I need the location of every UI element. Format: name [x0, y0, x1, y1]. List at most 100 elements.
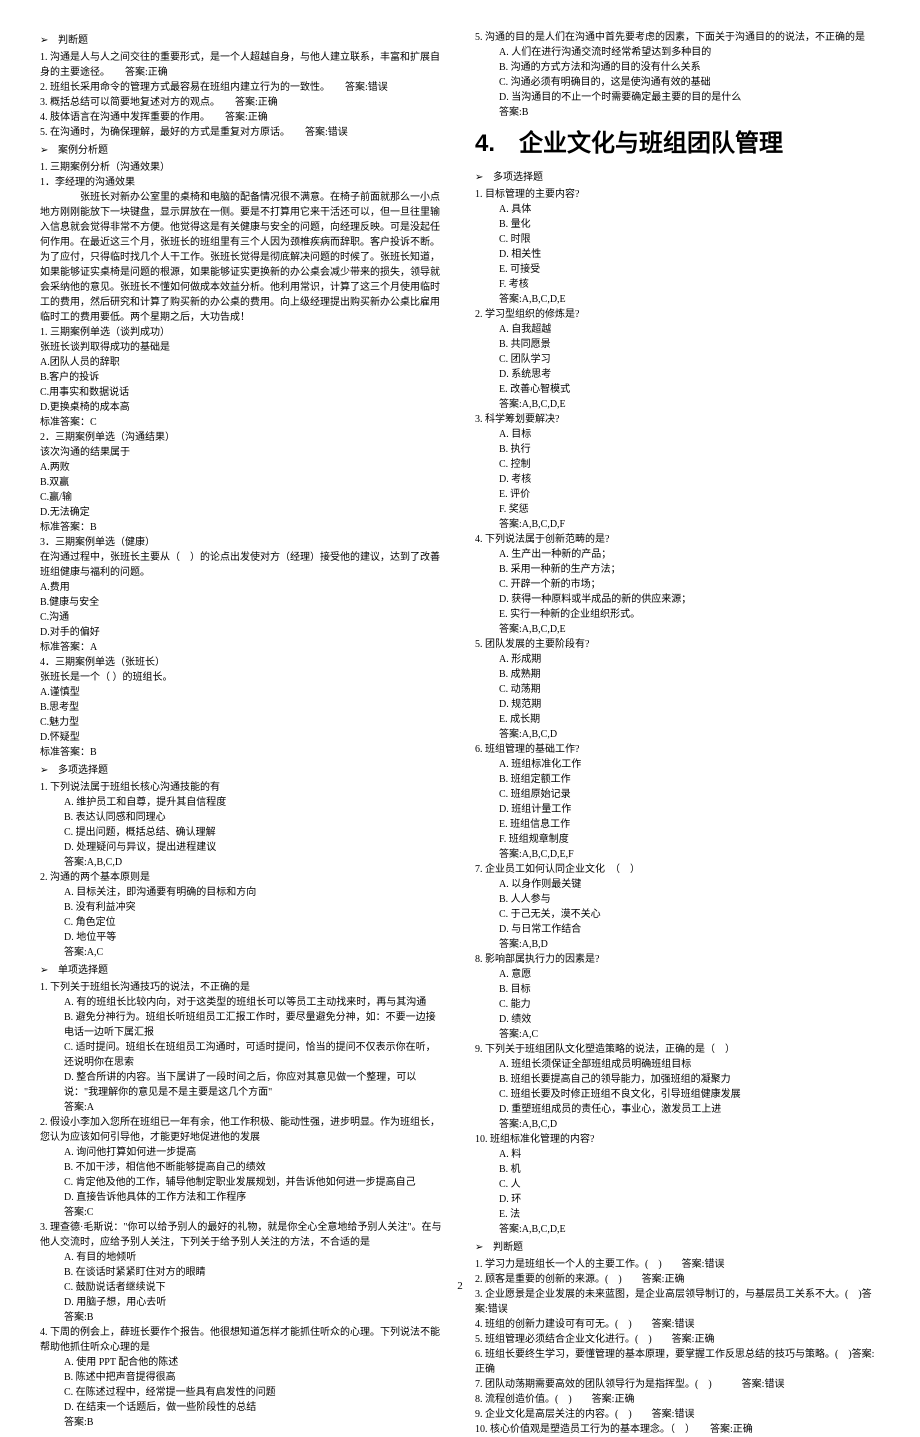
label: 单项选择题 [58, 965, 108, 976]
opt: C. 在陈述过程中，经常提一些具有启发性的问题 [40, 1385, 445, 1400]
opt: E. 可接受 [475, 262, 880, 277]
tf-item: 9. 企业文化是高层关注的内容。( ) 答案:错误 [475, 1407, 880, 1422]
case-q-title: 2．三期案例单选（沟通结果） [40, 430, 445, 445]
opt: A. 使用 PPT 配合他的陈述 [40, 1355, 445, 1370]
q-stem: 9. 下列关于班组团队文化塑造策略的说法，正确的是（ ） [475, 1042, 880, 1057]
answer: 答案:A,B,D [475, 937, 880, 952]
q-stem: 4. 下周的例会上，薛班长要作个报告。他很想知道怎样才能抓住听众的心理。下列说法… [40, 1325, 445, 1355]
answer: 答案:A [40, 1100, 445, 1115]
tf-item: 1. 沟通是人与人之间交往的重要形式，是一个人超越自身，与他人建立联系，丰富和扩… [40, 50, 445, 80]
opt: A. 形成期 [475, 652, 880, 667]
opt: D. 环 [475, 1192, 880, 1207]
opt: D.更换桌椅的成本高 [40, 400, 445, 415]
opt: D. 直接告诉他具体的工作方法和工作程序 [40, 1190, 445, 1205]
opt: C. 控制 [475, 457, 880, 472]
case-body: 张班长对新办公室里的桌椅和电脑的配备情况很不满意。在椅子前面就那么一小点地方刚刚… [40, 190, 445, 325]
opt: B.客户的投诉 [40, 370, 445, 385]
label: 判断题 [493, 1242, 523, 1253]
opt: A.两败 [40, 460, 445, 475]
q-stem: 2. 假设小李加入您所在班组已一年有余，他工作积极、能动性强，进步明显。作为班组… [40, 1115, 445, 1145]
tf-item: 10. 核心价值观是塑造员工行为的基本理念。（ ） 答案:正确 [475, 1422, 880, 1437]
opt: D. 用脑子想，用心去听 [40, 1295, 445, 1310]
opt: A. 自我超越 [475, 322, 880, 337]
opt: D. 考核 [475, 472, 880, 487]
answer: 标准答案：A [40, 640, 445, 655]
opt: C.魅力型 [40, 715, 445, 730]
opt: C. 团队学习 [475, 352, 880, 367]
opt: B. 不加干涉，相信他不断能够提高自己的绩效 [40, 1160, 445, 1175]
opt: B. 成熟期 [475, 667, 880, 682]
q-stem: 3. 理查德·毛斯说："你可以给予别人的最好的礼物，就是你全心全意地给予别人关注… [40, 1220, 445, 1250]
answer: 答案:A,B,C,D [475, 727, 880, 742]
opt: E. 改善心智模式 [475, 382, 880, 397]
opt: C. 鼓励说话者继续说下 [40, 1280, 445, 1295]
case-sub: 1．李经理的沟通效果 [40, 175, 445, 190]
opt: C.沟通 [40, 610, 445, 625]
case-title: 1. 三期案例分析（沟通效果） [40, 160, 445, 175]
section-header-sc: ➢单项选择题 [40, 963, 445, 978]
opt: A. 目标关注，即沟通要有明确的目标和方向 [40, 885, 445, 900]
label: 多项选择题 [58, 765, 108, 776]
opt: C.用事实和数据说话 [40, 385, 445, 400]
tf-item: 8. 流程创造价值。( ) 答案:正确 [475, 1392, 880, 1407]
opt: B. 量化 [475, 217, 880, 232]
opt: B. 在谈话时紧紧盯住对方的眼睛 [40, 1265, 445, 1280]
opt: D. 获得一种原料或半成品的新的供应来源； [475, 592, 880, 607]
opt: B. 没有利益冲突 [40, 900, 445, 915]
opt: A. 以身作则最关键 [475, 877, 880, 892]
opt: D. 相关性 [475, 247, 880, 262]
arrow-icon: ➢ [40, 33, 58, 48]
opt: B.思考型 [40, 700, 445, 715]
tf-item: 3. 概括总结可以简要地复述对方的观点。 答案:正确 [40, 95, 445, 110]
tf-item: 2. 顾客是重要的创新的来源。( ) 答案:正确 [475, 1272, 880, 1287]
opt: E. 班组信息工作 [475, 817, 880, 832]
opt: B. 班组定额工作 [475, 772, 880, 787]
tf-item: 2. 班组长采用命令的管理方式最容易在班组内建立行为的一致性。 答案:错误 [40, 80, 445, 95]
opt: D. 与日常工作结合 [475, 922, 880, 937]
opt: C. 提出问题，概括总结、确认理解 [40, 825, 445, 840]
opt: B. 执行 [475, 442, 880, 457]
opt: E. 实行一种新的企业组织形式。 [475, 607, 880, 622]
opt: D. 整合所讲的内容。当下属讲了一段时间之后，你应对其意见做一个整理，可以说："… [40, 1070, 445, 1100]
q-stem: 1. 下列说法属于班组长核心沟通技能的有 [40, 780, 445, 795]
opt: B. 采用一种新的生产方法； [475, 562, 880, 577]
opt: C. 开辟一个新的市场； [475, 577, 880, 592]
case-q-title: 3．三期案例单选（健康） [40, 535, 445, 550]
opt: A. 维护员工和自尊，提升其自信程度 [40, 795, 445, 810]
opt: E. 法 [475, 1207, 880, 1222]
opt: B. 陈述中把声音提得很高 [40, 1370, 445, 1385]
opt: B. 机 [475, 1162, 880, 1177]
opt: C. 沟通必须有明确目的，这是使沟通有效的基础 [475, 75, 880, 90]
q-stem: 4. 下列说法属于创新范畴的是? [475, 532, 880, 547]
opt: A. 有的班组长比较内向，对于这类型的班组长可以等员工主动找来时，再与其沟通 [40, 995, 445, 1010]
q-stem: 5. 团队发展的主要阶段有? [475, 637, 880, 652]
answer: 答案:A,B,C,D,E [475, 1222, 880, 1237]
opt: D. 处理疑问与异议，提出进程建议 [40, 840, 445, 855]
opt: D. 地位平等 [40, 930, 445, 945]
opt: B.双赢 [40, 475, 445, 490]
arrow-icon: ➢ [40, 143, 58, 158]
q-stem: 10. 班组标准化管理的内容? [475, 1132, 880, 1147]
answer: 标准答案：C [40, 415, 445, 430]
q-stem: 8. 影响部属执行力的因素是? [475, 952, 880, 967]
right-column: 5. 沟通的目的是人们在沟通中首先要考虑的因素，下面关于沟通目的的说法，不正确的… [475, 30, 880, 1437]
opt: B. 沟通的方式方法和沟通的目的没有什么关系 [475, 60, 880, 75]
case-q-title: 1. 三期案例单选（谈判成功） [40, 325, 445, 340]
answer: 答案:A,B,C,D,E [475, 622, 880, 637]
q-stem: 1. 目标管理的主要内容? [475, 187, 880, 202]
opt: A. 目标 [475, 427, 880, 442]
section-header-tf: ➢判断题 [40, 33, 445, 48]
opt: D.对手的偏好 [40, 625, 445, 640]
answer: 答案:A,B,C,D,E,F [475, 847, 880, 862]
opt: C. 能力 [475, 997, 880, 1012]
answer: 标准答案：B [40, 745, 445, 760]
q-stem: 2. 学习型组织的修炼是? [475, 307, 880, 322]
tf-item: 4. 班组的创新力建设可有可无。( ) 答案:错误 [475, 1317, 880, 1332]
opt: C. 动荡期 [475, 682, 880, 697]
label: 多项选择题 [493, 172, 543, 183]
case-q-title: 4．三期案例单选（张班长） [40, 655, 445, 670]
q-stem: 5. 沟通的目的是人们在沟通中首先要考虑的因素，下面关于沟通目的的说法，不正确的… [475, 30, 880, 45]
opt: B.健康与安全 [40, 595, 445, 610]
opt: A.谨慎型 [40, 685, 445, 700]
opt: B. 表达认同感和同理心 [40, 810, 445, 825]
